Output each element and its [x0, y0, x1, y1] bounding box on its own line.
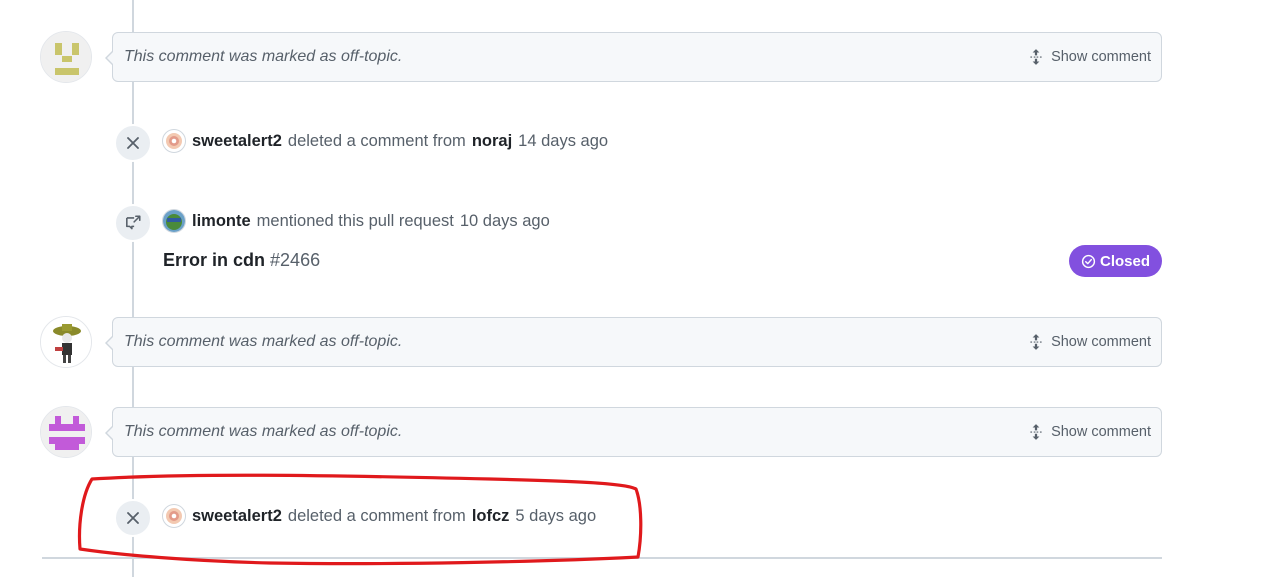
avatar[interactable] [40, 31, 92, 83]
off-topic-label: This comment was marked as off-topic. [124, 333, 403, 350]
deleted-event-badge [114, 124, 152, 162]
turtle-avatar-icon [163, 210, 185, 232]
cross-reference-badge [114, 204, 152, 242]
deleted-comment-event: sweetalert2 deleted a comment from lofcz… [162, 503, 596, 529]
actor-link[interactable]: sweetalert2 [192, 132, 282, 151]
event-action-text: deleted a comment from [287, 131, 466, 150]
show-comment-button[interactable]: Show comment [1027, 333, 1151, 351]
donut-logo-icon [166, 508, 182, 524]
unfold-icon [1030, 49, 1042, 65]
cross-reference-icon [126, 215, 141, 230]
skeleton-sombrero-avatar-icon [41, 317, 91, 367]
identicon-purple-icon [41, 407, 91, 457]
timeline-end-divider [42, 557, 1162, 559]
show-comment-label: Show comment [1051, 49, 1151, 65]
identicon-yellow-icon [41, 32, 91, 82]
collapsed-comment: This comment was marked as off-topic. Sh… [105, 317, 1162, 367]
collapsed-comment: This comment was marked as off-topic. Sh… [105, 407, 1162, 457]
donut-logo-icon [166, 133, 182, 149]
event-timestamp[interactable]: 5 days ago [515, 507, 596, 526]
issue-title-text[interactable]: Error in cdn [163, 250, 265, 270]
x-icon [127, 512, 139, 524]
event-action-text: mentioned this pull request [256, 211, 454, 230]
closed-label: Closed [1099, 252, 1150, 270]
event-action-text: deleted a comment from [287, 506, 466, 525]
deleted-event-badge [114, 499, 152, 537]
timeline-line [132, 0, 134, 577]
sweetalert2-avatar[interactable] [162, 504, 186, 528]
avatar[interactable] [40, 406, 92, 458]
off-topic-label: This comment was marked as off-topic. [124, 423, 403, 440]
closed-status-badge: Closed [1069, 245, 1162, 277]
show-comment-label: Show comment [1051, 424, 1151, 440]
collapsed-comment: This comment was marked as off-topic. Sh… [105, 32, 1162, 82]
deleted-comment-event: sweetalert2 deleted a comment from noraj… [162, 128, 608, 154]
unfold-icon [1030, 334, 1042, 350]
unfold-icon [1030, 424, 1042, 440]
event-timestamp[interactable]: 14 days ago [518, 132, 608, 151]
show-comment-label: Show comment [1051, 334, 1151, 350]
avatar[interactable] [40, 316, 92, 368]
check-circle-icon [1081, 254, 1096, 268]
sweetalert2-avatar[interactable] [162, 129, 186, 153]
limonte-avatar[interactable] [162, 209, 186, 233]
show-comment-button[interactable]: Show comment [1027, 48, 1151, 66]
referenced-issue-title[interactable]: Error in cdn #2466 [163, 250, 320, 271]
show-comment-button[interactable]: Show comment [1027, 423, 1151, 441]
target-user-link[interactable]: noraj [472, 132, 512, 151]
issue-number: #2466 [270, 250, 321, 270]
event-timestamp[interactable]: 10 days ago [460, 212, 550, 231]
mention-event: limonte mentioned this pull request 10 d… [162, 208, 550, 234]
actor-link[interactable]: sweetalert2 [192, 507, 282, 526]
target-user-link[interactable]: lofcz [472, 507, 510, 526]
actor-link[interactable]: limonte [192, 212, 251, 231]
off-topic-label: This comment was marked as off-topic. [124, 48, 403, 65]
x-icon [127, 137, 139, 149]
